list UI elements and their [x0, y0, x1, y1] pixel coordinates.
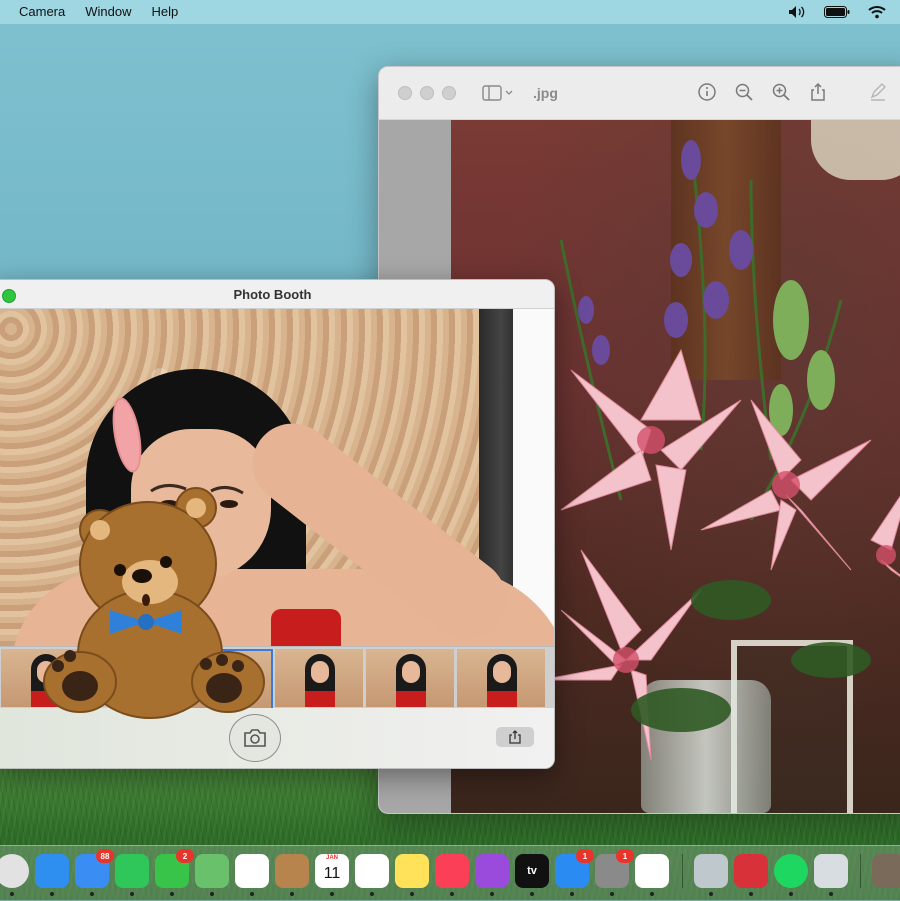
battery-icon[interactable] [824, 6, 850, 18]
zoom-in-icon[interactable] [771, 82, 791, 102]
preview-toolbar: .jpg [379, 67, 900, 120]
running-indicator [130, 892, 134, 896]
close-button[interactable] [398, 86, 412, 100]
running-indicator [709, 892, 713, 896]
dock-separator [682, 854, 683, 888]
notification-badge: 88 [96, 849, 114, 863]
chevron-down-icon [505, 90, 513, 95]
photos-icon[interactable] [235, 854, 269, 888]
reminders-icon[interactable] [355, 854, 389, 888]
share-button[interactable] [496, 727, 534, 747]
menu-camera[interactable]: Camera [0, 0, 75, 24]
running-indicator [330, 892, 334, 896]
running-indicator [50, 892, 54, 896]
notification-badge: 2 [176, 849, 194, 863]
zoom-button[interactable] [442, 86, 456, 100]
volume-icon[interactable] [788, 5, 806, 19]
running-indicator [789, 892, 793, 896]
notification-badge: 1 [616, 849, 634, 863]
running-indicator [610, 892, 614, 896]
running-indicator [370, 892, 374, 896]
camera-icon [244, 729, 266, 747]
status-area [788, 5, 900, 19]
teddy-bear-memoji [43, 487, 265, 719]
messages-icon[interactable]: 2 [155, 849, 194, 888]
tv-icon[interactable]: tv [515, 854, 549, 888]
word-icon[interactable] [635, 854, 669, 888]
window-controls [398, 86, 456, 100]
running-indicator [90, 892, 94, 896]
info-icon[interactable] [697, 82, 717, 102]
running-indicator [450, 892, 454, 896]
minimize-button[interactable] [420, 86, 434, 100]
dock-separator [860, 854, 861, 888]
filmstrip-thumbnail[interactable] [457, 649, 545, 707]
preview-toolbar-icons [697, 82, 888, 102]
running-indicator [170, 892, 174, 896]
dock: 88 2 JAN 11 tv 1 1 [0, 845, 900, 901]
toolbar-spacer [845, 82, 851, 102]
menu-window[interactable]: Window [75, 0, 141, 24]
spotify-icon[interactable] [774, 854, 808, 888]
menu-bar: Camera Window Help [0, 0, 900, 24]
running-indicator [10, 892, 14, 896]
facetime-icon[interactable] [115, 854, 149, 888]
zoom-out-icon[interactable] [734, 82, 754, 102]
running-indicator [570, 892, 574, 896]
sidebar-toggle-button[interactable] [482, 85, 513, 101]
filmstrip-thumbnail[interactable] [275, 649, 363, 707]
running-indicator [210, 892, 214, 896]
calendar-label: 11 [323, 865, 341, 882]
running-indicator [290, 892, 294, 896]
running-indicator [410, 892, 414, 896]
menu-items: Camera Window Help [0, 0, 188, 24]
calendar-month: JAN [325, 855, 338, 861]
running-indicator [829, 892, 833, 896]
window-title: Photo Booth [233, 286, 312, 302]
share-icon[interactable] [808, 82, 828, 102]
running-indicator [250, 892, 254, 896]
mail-icon[interactable]: 88 [75, 849, 114, 888]
music-icon[interactable] [435, 854, 469, 888]
notification-badge: 1 [576, 849, 594, 863]
podcasts-icon[interactable] [475, 854, 509, 888]
safari-icon[interactable] [35, 854, 69, 888]
running-indicator [530, 892, 534, 896]
calendar-icon[interactable]: JAN 11 [315, 854, 349, 888]
zoom-button[interactable] [2, 289, 16, 303]
chrome-icon[interactable] [0, 854, 29, 888]
running-indicator [490, 892, 494, 896]
running-indicator [650, 892, 654, 896]
document-title: .jpg [533, 85, 558, 101]
sidebar-icon [482, 85, 502, 101]
quicktime-icon[interactable] [694, 854, 728, 888]
system-preferences-icon[interactable]: 1 [595, 849, 634, 888]
running-indicator [749, 892, 753, 896]
downloads-stack-icon[interactable] [872, 854, 900, 888]
photo-booth-titlebar: Photo Booth [0, 280, 554, 309]
maps-icon[interactable] [195, 854, 229, 888]
contacts-icon[interactable] [275, 854, 309, 888]
preview-icon[interactable] [814, 854, 848, 888]
photo-booth-icon[interactable] [734, 854, 768, 888]
person-dress [271, 609, 341, 647]
wifi-icon[interactable] [868, 5, 886, 19]
menu-help[interactable]: Help [142, 0, 189, 24]
tv-label: tv [527, 865, 537, 877]
filmstrip-thumbnail[interactable] [366, 649, 454, 707]
markup-icon[interactable] [868, 82, 888, 102]
app-store-icon[interactable]: 1 [555, 849, 594, 888]
share-icon [509, 730, 521, 744]
notes-icon[interactable] [395, 854, 429, 888]
